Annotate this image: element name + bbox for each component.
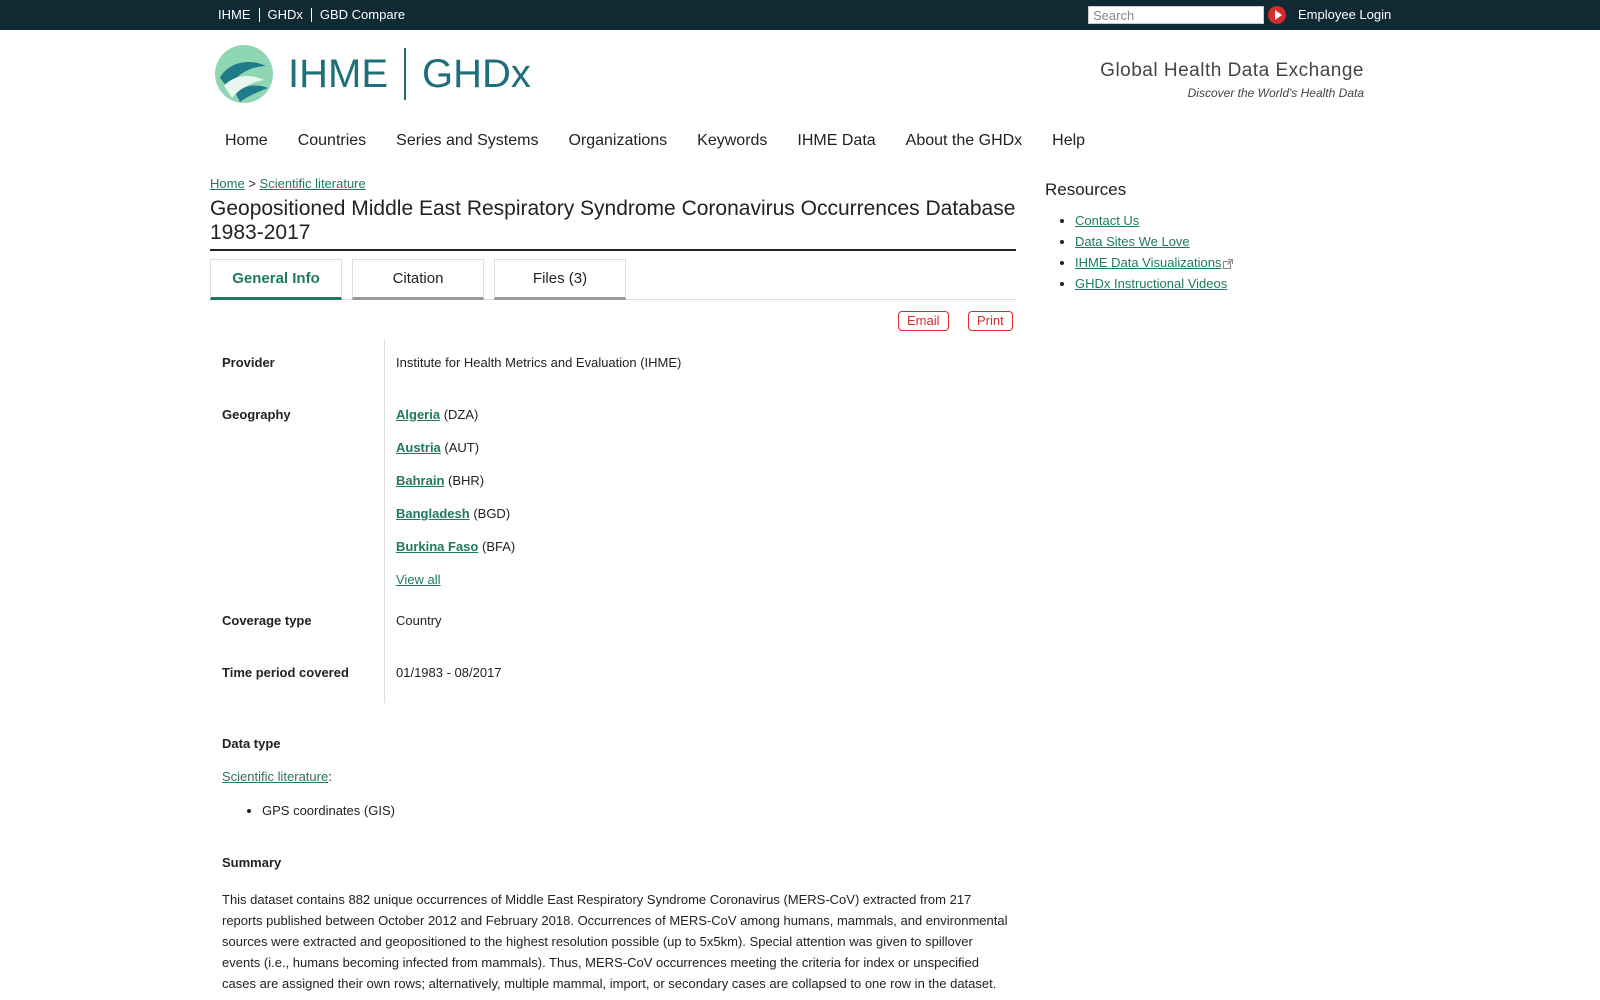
top-nav-ihme[interactable]: IHME bbox=[218, 8, 259, 22]
nav-organizations[interactable]: Organizations bbox=[568, 132, 667, 150]
geography-code: (BFA) bbox=[481, 539, 516, 554]
data-type-item: GPS coordinates (GIS) bbox=[262, 803, 395, 818]
provider-value: Institute for Health Metrics and Evaluat… bbox=[396, 355, 682, 370]
geography-code: (BHR) bbox=[448, 473, 485, 488]
nav-about-the-ghdx[interactable]: About the GHDx bbox=[906, 132, 1023, 150]
summary-text: This dataset contains 882 unique occurre… bbox=[222, 892, 1008, 991]
resources-item: IHME Data Visualizations bbox=[1075, 255, 1234, 276]
geography-view-all-row: View all bbox=[396, 572, 441, 587]
tab-bar: General Info Citation Files (3) bbox=[210, 259, 1016, 300]
tab-citation[interactable]: Citation bbox=[352, 259, 484, 300]
nav-series-and-systems[interactable]: Series and Systems bbox=[396, 132, 538, 150]
resources-item: Contact Us bbox=[1075, 213, 1233, 234]
breadcrumb-separator: > bbox=[248, 176, 256, 191]
search-go-button[interactable] bbox=[1268, 6, 1286, 24]
geography-item: Austria (AUT) bbox=[396, 440, 479, 455]
geography-link-bahrain[interactable]: Bahrain bbox=[396, 473, 444, 488]
geography-link-austria[interactable]: Austria bbox=[396, 440, 441, 455]
geography-link-bangladesh[interactable]: Bangladesh bbox=[396, 506, 470, 521]
nav-help[interactable]: Help bbox=[1052, 132, 1085, 150]
tab-general-info[interactable]: General Info bbox=[210, 259, 342, 300]
main-nav: Home Countries Series and Systems Organi… bbox=[225, 132, 1115, 150]
summary-label: Summary bbox=[222, 855, 282, 870]
top-nav-ghdx[interactable]: GHDx bbox=[258, 8, 311, 22]
coverage-type-label: Coverage type bbox=[222, 613, 312, 628]
nav-ihme-data[interactable]: IHME Data bbox=[797, 132, 875, 150]
data-type-label: Data type bbox=[222, 736, 281, 751]
geography-label: Geography bbox=[222, 407, 291, 422]
resources-title: Resources bbox=[1045, 180, 1127, 199]
breadcrumb-home[interactable]: Home bbox=[210, 176, 245, 191]
geography-item: Burkina Faso (BFA) bbox=[396, 539, 515, 554]
resources-item: GHDx Instructional Videos bbox=[1075, 276, 1233, 297]
brand-ihme: IHME bbox=[288, 51, 388, 96]
resource-instructional-videos-link[interactable]: GHDx Instructional Videos bbox=[1075, 276, 1227, 291]
brand-ghdx: GHDx bbox=[422, 51, 531, 96]
print-button[interactable]: Print bbox=[968, 311, 1013, 331]
employee-login-link[interactable]: Employee Login bbox=[1298, 0, 1391, 30]
email-button[interactable]: Email bbox=[898, 311, 949, 331]
geography-item: Algeria (DZA) bbox=[396, 407, 478, 422]
nav-keywords[interactable]: Keywords bbox=[697, 132, 767, 150]
data-type-colon: : bbox=[328, 769, 332, 784]
brand-wordmark[interactable]: IHME GHDx bbox=[288, 48, 531, 100]
breadcrumb: Home > Scientific literature bbox=[210, 176, 366, 191]
tagline-subtitle: Discover the World's Health Data bbox=[1187, 86, 1364, 100]
ihme-logo-icon[interactable] bbox=[214, 44, 274, 104]
geography-code: (BGD) bbox=[473, 506, 511, 521]
resources-list: Contact Us Data Sites We Love IHME Data … bbox=[1075, 213, 1234, 297]
geography-link-algeria[interactable]: Algeria bbox=[396, 407, 440, 422]
site-tagline: Global Health Data Exchange Discover the… bbox=[1100, 60, 1364, 100]
resource-contact-us-link[interactable]: Contact Us bbox=[1075, 213, 1139, 228]
nav-countries[interactable]: Countries bbox=[298, 132, 366, 150]
geography-view-all-link[interactable]: View all bbox=[396, 572, 441, 587]
breadcrumb-current[interactable]: Scientific literature bbox=[260, 176, 366, 191]
data-type-link[interactable]: Scientific literature bbox=[222, 769, 328, 784]
resource-data-sites-link[interactable]: Data Sites We Love bbox=[1075, 234, 1190, 249]
search-input[interactable] bbox=[1088, 6, 1264, 24]
info-column-divider bbox=[384, 340, 385, 703]
geography-item: Bahrain (BHR) bbox=[396, 473, 484, 488]
top-nav: IHME GHDx GBD Compare bbox=[218, 0, 413, 30]
geography-item: Bangladesh (BGD) bbox=[396, 506, 510, 521]
nav-home[interactable]: Home bbox=[225, 132, 268, 150]
external-link-icon bbox=[1223, 258, 1234, 269]
page-title: Geopositioned Middle East Respiratory Sy… bbox=[210, 197, 1016, 251]
resource-ihme-data-viz-link[interactable]: IHME Data Visualizations bbox=[1075, 255, 1221, 270]
geography-code: (AUT) bbox=[444, 440, 480, 455]
geography-code: (DZA) bbox=[443, 407, 479, 422]
tab-files[interactable]: Files (3) bbox=[494, 259, 626, 300]
time-period-value: 01/1983 - 08/2017 bbox=[396, 665, 502, 680]
coverage-type-value: Country bbox=[396, 613, 442, 628]
data-type-list: GPS coordinates (GIS) bbox=[262, 803, 395, 818]
tagline-title: Global Health Data Exchange bbox=[1100, 60, 1364, 81]
top-nav-gbd-compare[interactable]: GBD Compare bbox=[310, 8, 413, 22]
geography-link-burkina-faso[interactable]: Burkina Faso bbox=[396, 539, 478, 554]
resources-item: Data Sites We Love bbox=[1075, 234, 1233, 255]
time-period-label: Time period covered bbox=[222, 665, 349, 680]
provider-label: Provider bbox=[222, 355, 275, 370]
data-type-row: Scientific literature: bbox=[222, 769, 332, 784]
brand-separator bbox=[404, 48, 406, 100]
